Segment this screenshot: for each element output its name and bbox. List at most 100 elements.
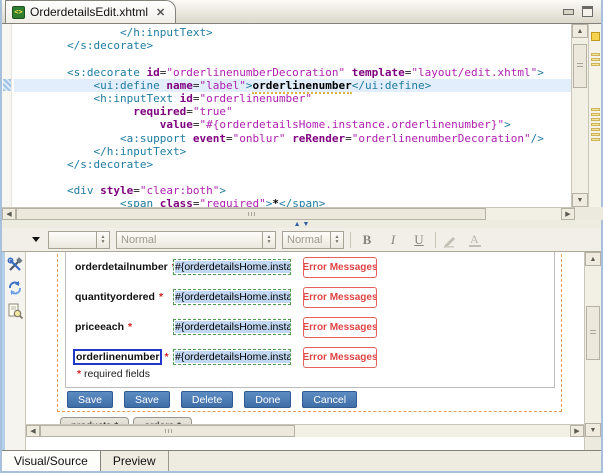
scrollbar-thumb[interactable] [16,208,486,220]
source-horizontal-scrollbar[interactable]: ◀ ▶ [2,207,575,220]
code-line: value="#{orderdetailsHome.instance.order… [14,118,571,131]
italic-button[interactable]: I [383,231,403,249]
highlight-color-icon[interactable] [442,232,460,248]
close-icon[interactable]: ✕ [156,6,165,19]
scroll-up-icon[interactable]: ▲ [572,24,588,38]
font-combo[interactable]: Normal ▲▼ [116,231,276,249]
sash-maximize-up-icon[interactable]: ▲ [294,221,301,228]
scrollbar-thumb[interactable] [586,306,600,360]
occurrence-marker[interactable] [591,113,600,116]
form-button[interactable]: Save [67,391,113,408]
required-asterisk: * [159,291,163,303]
editor-tab-title: OrderdetailsEdit.xhtml [30,5,148,19]
editor-tab[interactable]: <> OrderdetailsEdit.xhtml ✕ [5,0,176,23]
refresh-icon[interactable] [7,280,23,296]
code-line: <div style="clear:both"> [14,184,571,197]
required-asterisk: * [128,321,132,333]
toolbar-menu-icon[interactable] [32,237,40,242]
page-design-options-icon[interactable] [7,303,23,319]
source-code-area[interactable]: </h:inputText> </s:decorate> <s:decorate… [12,24,571,207]
code-line: </s:decorate> [14,158,571,171]
form-row: orderdetailnumber* [73,258,176,276]
field-label[interactable]: priceeach [73,320,126,334]
field-input[interactable]: #{orderdetailsHome.instan [173,289,291,305]
spinner-icon[interactable]: ▲▼ [96,232,109,248]
annotation-ruler [2,24,12,207]
scrollbar-thumb[interactable] [40,425,295,437]
occurrence-marker[interactable] [591,123,600,126]
field-input[interactable]: #{orderdetailsHome.instan [173,349,291,365]
visual-vertical-scrollbar[interactable]: ▲ ▼ [584,252,601,450]
source-vertical-scrollbar[interactable]: ▲ ▼ [571,24,588,207]
field-input[interactable]: #{orderdetailsHome.instan [173,319,291,335]
occurrence-marker[interactable] [591,138,600,141]
formatting-toolbar: ▲▼ Normal ▲▼ Normal ▲▼ B I U A [2,228,601,252]
scroll-down-icon[interactable]: ▼ [585,423,601,437]
occurrence-marker[interactable] [591,108,600,111]
occurrence-marker[interactable] [591,63,600,66]
overview-ruler [588,24,601,207]
code-line [14,171,571,184]
form-buttons: Save Save Delete Done Cancel [67,391,357,408]
editor-window: <> OrderdetailsEdit.xhtml ✕ </h:inputTex… [0,0,603,473]
maximize-icon[interactable] [582,6,593,17]
visual-horizontal-scrollbar[interactable]: ◀ ▶ [26,424,584,437]
scroll-left-icon[interactable]: ◀ [26,425,40,437]
svg-text:A: A [470,232,479,246]
sash-maximize-down-icon[interactable]: ▼ [303,221,310,228]
scroll-up-icon[interactable]: ▲ [585,252,601,266]
error-messages-box: Error Messages [303,317,377,338]
occurrence-marker[interactable] [591,128,600,131]
page-tab[interactable]: Visual/Source [2,451,101,471]
spinner-icon[interactable]: ▲▼ [262,232,275,248]
code-line [14,52,571,65]
split-sash[interactable]: ▲ ▼ [2,220,601,228]
field-label[interactable]: orderlinenumber [73,349,162,365]
required-fields-note: * required fields [75,368,150,380]
field-label[interactable]: quantityordered [73,290,157,304]
form-row: priceeach* [73,318,132,336]
scrollbar-corner [575,207,603,220]
scroll-right-icon[interactable]: ▶ [561,208,575,220]
form-button[interactable]: Save [124,391,170,408]
scroll-down-icon[interactable]: ▼ [572,193,588,207]
xhtml-file-icon: <> [12,6,25,19]
form-button[interactable]: Cancel [302,391,357,408]
form-button[interactable]: Delete [181,391,233,408]
scroll-right-icon[interactable]: ▶ [570,425,584,437]
code-line: required="true" [14,105,571,118]
bold-button[interactable]: B [357,231,377,249]
visual-toolbar [2,252,26,450]
underline-button[interactable]: U [409,231,429,249]
field-input[interactable]: #{orderdetailsHome.instan [173,259,291,275]
minimize-icon[interactable] [563,6,574,16]
occurrence-marker[interactable] [591,58,600,61]
code-line: <h:inputText id="orderlinenumber" [14,92,571,105]
scroll-left-icon[interactable]: ◀ [2,208,16,220]
scrollbar-thumb[interactable] [573,44,587,88]
required-asterisk: * [164,351,168,363]
font-color-icon[interactable]: A [466,232,484,248]
occurrence-marker[interactable] [591,32,600,41]
editor-tab-bar: <> OrderdetailsEdit.xhtml ✕ [2,0,601,24]
spinner-icon[interactable]: ▲▼ [330,232,343,248]
source-editor: </h:inputText> </s:decorate> <s:decorate… [2,24,601,207]
preferences-icon[interactable] [7,257,23,273]
occurrence-marker[interactable] [591,53,600,56]
page-tab[interactable]: Preview [101,451,169,471]
page-tab-bar: Visual/Source Preview [2,450,601,471]
code-line: </h:inputText> [14,26,571,39]
occurrence-marker[interactable] [591,133,600,136]
form-row: orderlinenumber* [73,348,169,366]
code-line: <s:decorate id="orderlinenumberDecoratio… [14,66,571,79]
toolbar-separator [435,232,436,248]
code-line: <span class="required">*</span> [14,197,571,207]
block-format-combo[interactable]: ▲▼ [48,231,110,249]
occurrence-marker[interactable] [591,118,600,121]
font-size-combo[interactable]: Normal ▲▼ [282,231,344,249]
form-button[interactable]: Done [244,391,291,408]
error-messages-box: Error Messages [303,347,377,368]
design-canvas[interactable]: orderdetailnumber* #{orderdetailsHome.in… [26,252,584,450]
field-label[interactable]: orderdetailnumber [73,260,170,274]
code-line: </s:decorate> [14,39,571,52]
